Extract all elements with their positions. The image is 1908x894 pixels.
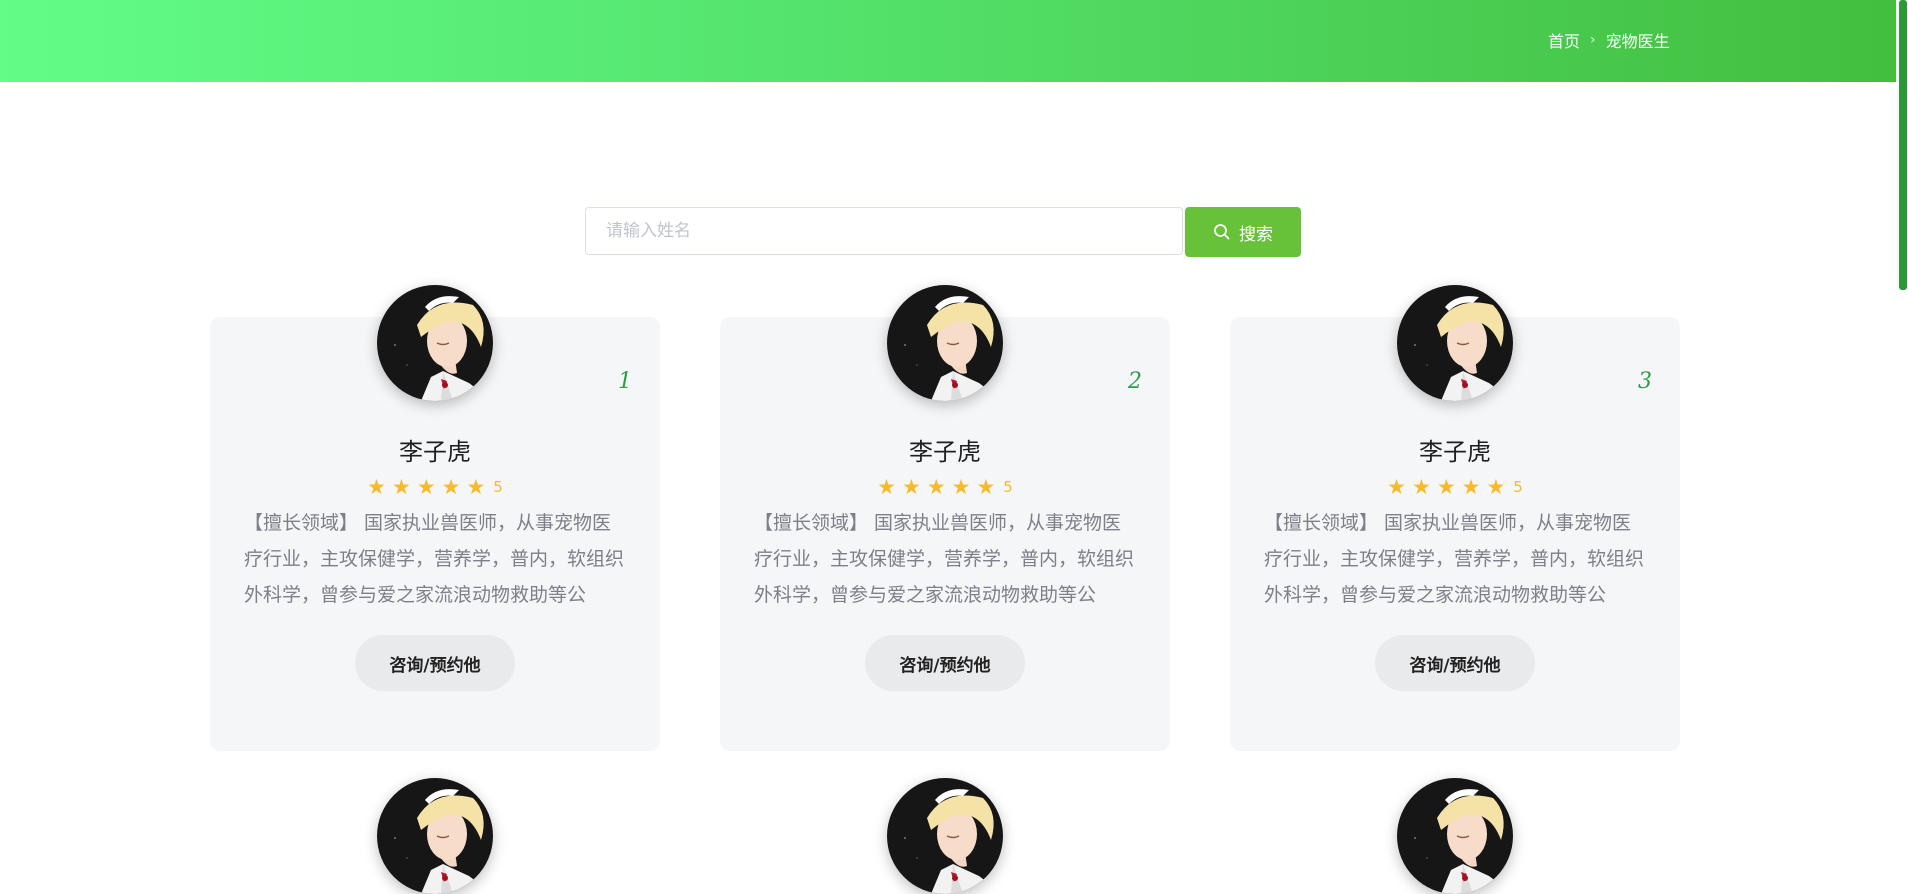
rating-stars: ★ ★ ★ ★ ★ 5 xyxy=(210,475,660,499)
doctor-avatar xyxy=(887,285,1003,401)
chevron-right-icon: › xyxy=(1590,32,1596,48)
star-icon: ★ xyxy=(951,475,971,499)
doctor-description: 【擅长领域】 国家执业兽医师，从事宠物医疗行业，主攻保健学，营养学，普内，软组织… xyxy=(1264,512,1645,606)
star-icon: ★ xyxy=(1387,475,1406,499)
search-input[interactable] xyxy=(585,207,1183,255)
doctor-name: 李子虎 xyxy=(1419,438,1491,466)
scrollbar-track[interactable] xyxy=(1896,0,1908,805)
breadcrumb-home-link[interactable]: 首页 xyxy=(1548,28,1580,52)
star-icon: ★ xyxy=(391,475,411,499)
search-button[interactable]: 搜索 xyxy=(1185,207,1301,257)
star-icon: ★ xyxy=(1436,475,1456,499)
doctor-name: 李子虎 xyxy=(909,438,981,466)
top-header-bar: 首页 › 宠物医生 xyxy=(0,0,1896,82)
scrollbar-thumb[interactable] xyxy=(1899,0,1907,290)
doctor-avatar xyxy=(1397,285,1513,401)
rating-score: 5 xyxy=(1513,478,1523,496)
doctor-avatar xyxy=(887,778,1003,894)
rating-score: 5 xyxy=(1003,478,1013,496)
doctor-rank: 1 xyxy=(618,369,632,394)
breadcrumb: 首页 › 宠物医生 xyxy=(1548,28,1670,52)
star-icon: ★ xyxy=(1411,475,1431,499)
star-icon: ★ xyxy=(441,475,461,499)
star-icon: ★ xyxy=(926,475,946,499)
rating-stars: ★ ★ ★ ★ ★ 5 xyxy=(720,475,1170,499)
consult-button[interactable]: 咨询/预约他 xyxy=(1375,635,1535,691)
doctor-name: 李子虎 xyxy=(399,438,471,466)
consult-button[interactable]: 咨询/预约他 xyxy=(865,635,1025,691)
star-icon: ★ xyxy=(466,475,486,499)
doctor-rank: 3 xyxy=(1638,369,1652,394)
doctor-rank: 2 xyxy=(1128,369,1142,394)
doctor-avatar xyxy=(1397,778,1513,894)
star-icon: ★ xyxy=(416,475,436,499)
consult-button[interactable]: 咨询/预约他 xyxy=(355,635,515,691)
doctor-description: 【擅长领域】 国家执业兽医师，从事宠物医疗行业，主攻保健学，营养学，普内，软组织… xyxy=(244,512,625,606)
star-icon: ★ xyxy=(1461,475,1481,499)
doctor-avatar xyxy=(377,285,493,401)
search-bar: 搜索 xyxy=(585,207,1301,257)
rating-stars: ★ ★ ★ ★ ★ 5 xyxy=(1230,475,1680,499)
star-icon: ★ xyxy=(901,475,921,499)
doctor-description: 【擅长领域】 国家执业兽医师，从事宠物医疗行业，主攻保健学，营养学，普内，软组织… xyxy=(754,512,1135,606)
rating-score: 5 xyxy=(493,478,503,496)
star-icon: ★ xyxy=(1486,475,1506,499)
search-icon xyxy=(1214,224,1230,240)
doctor-avatar xyxy=(377,778,493,894)
star-icon: ★ xyxy=(976,475,996,499)
star-icon: ★ xyxy=(877,475,896,499)
breadcrumb-current: 宠物医生 xyxy=(1605,32,1670,51)
search-button-label: 搜索 xyxy=(1239,224,1273,245)
star-icon: ★ xyxy=(367,475,386,499)
